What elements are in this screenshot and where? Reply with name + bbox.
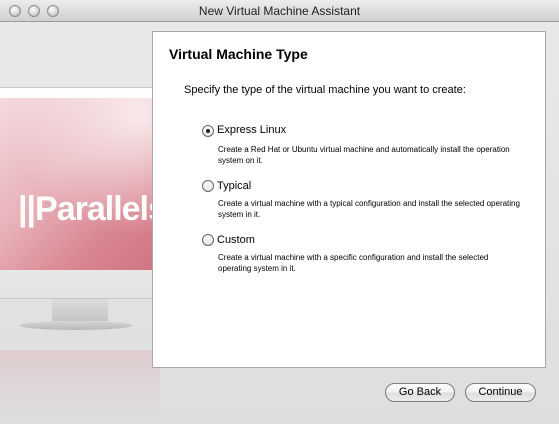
monitor-reflection [0, 350, 160, 424]
parallels-illustration: ||ParallelsTM [0, 22, 160, 424]
radio-typical[interactable] [202, 180, 214, 192]
monitor-stand-neck [52, 299, 108, 321]
content-panel: Virtual Machine Type Specify the type of… [152, 31, 546, 368]
parallels-logo: ||ParallelsTM [18, 190, 160, 229]
monitor-stand-base [20, 321, 132, 330]
assistant-window: New Virtual Machine Assistant ||Parallel… [0, 0, 559, 424]
instruction-text: Specify the type of the virtual machine … [184, 84, 466, 96]
option-label-custom[interactable]: Custom [217, 234, 255, 246]
option-label-typical[interactable]: Typical [217, 180, 251, 192]
logo-text: Parallels [35, 190, 160, 228]
go-back-button[interactable]: Go Back [385, 383, 455, 402]
option-description-typical: Create a virtual machine with a typical … [218, 199, 520, 219]
option-label-express-linux[interactable]: Express Linux [217, 124, 286, 136]
continue-button[interactable]: Continue [465, 383, 536, 402]
radio-custom[interactable] [202, 234, 214, 246]
radio-express-linux[interactable] [202, 125, 214, 137]
option-description-custom: Create a virtual machine with a specific… [218, 253, 489, 273]
page-title: Virtual Machine Type [169, 46, 308, 62]
screen-highlight [0, 98, 160, 270]
logo-mark: || [18, 190, 36, 228]
window-title: New Virtual Machine Assistant [198, 4, 361, 18]
title-bar[interactable]: New Virtual Machine Assistant [0, 0, 559, 22]
option-description-express-linux: Create a Red Hat or Ubuntu virtual machi… [218, 145, 510, 165]
